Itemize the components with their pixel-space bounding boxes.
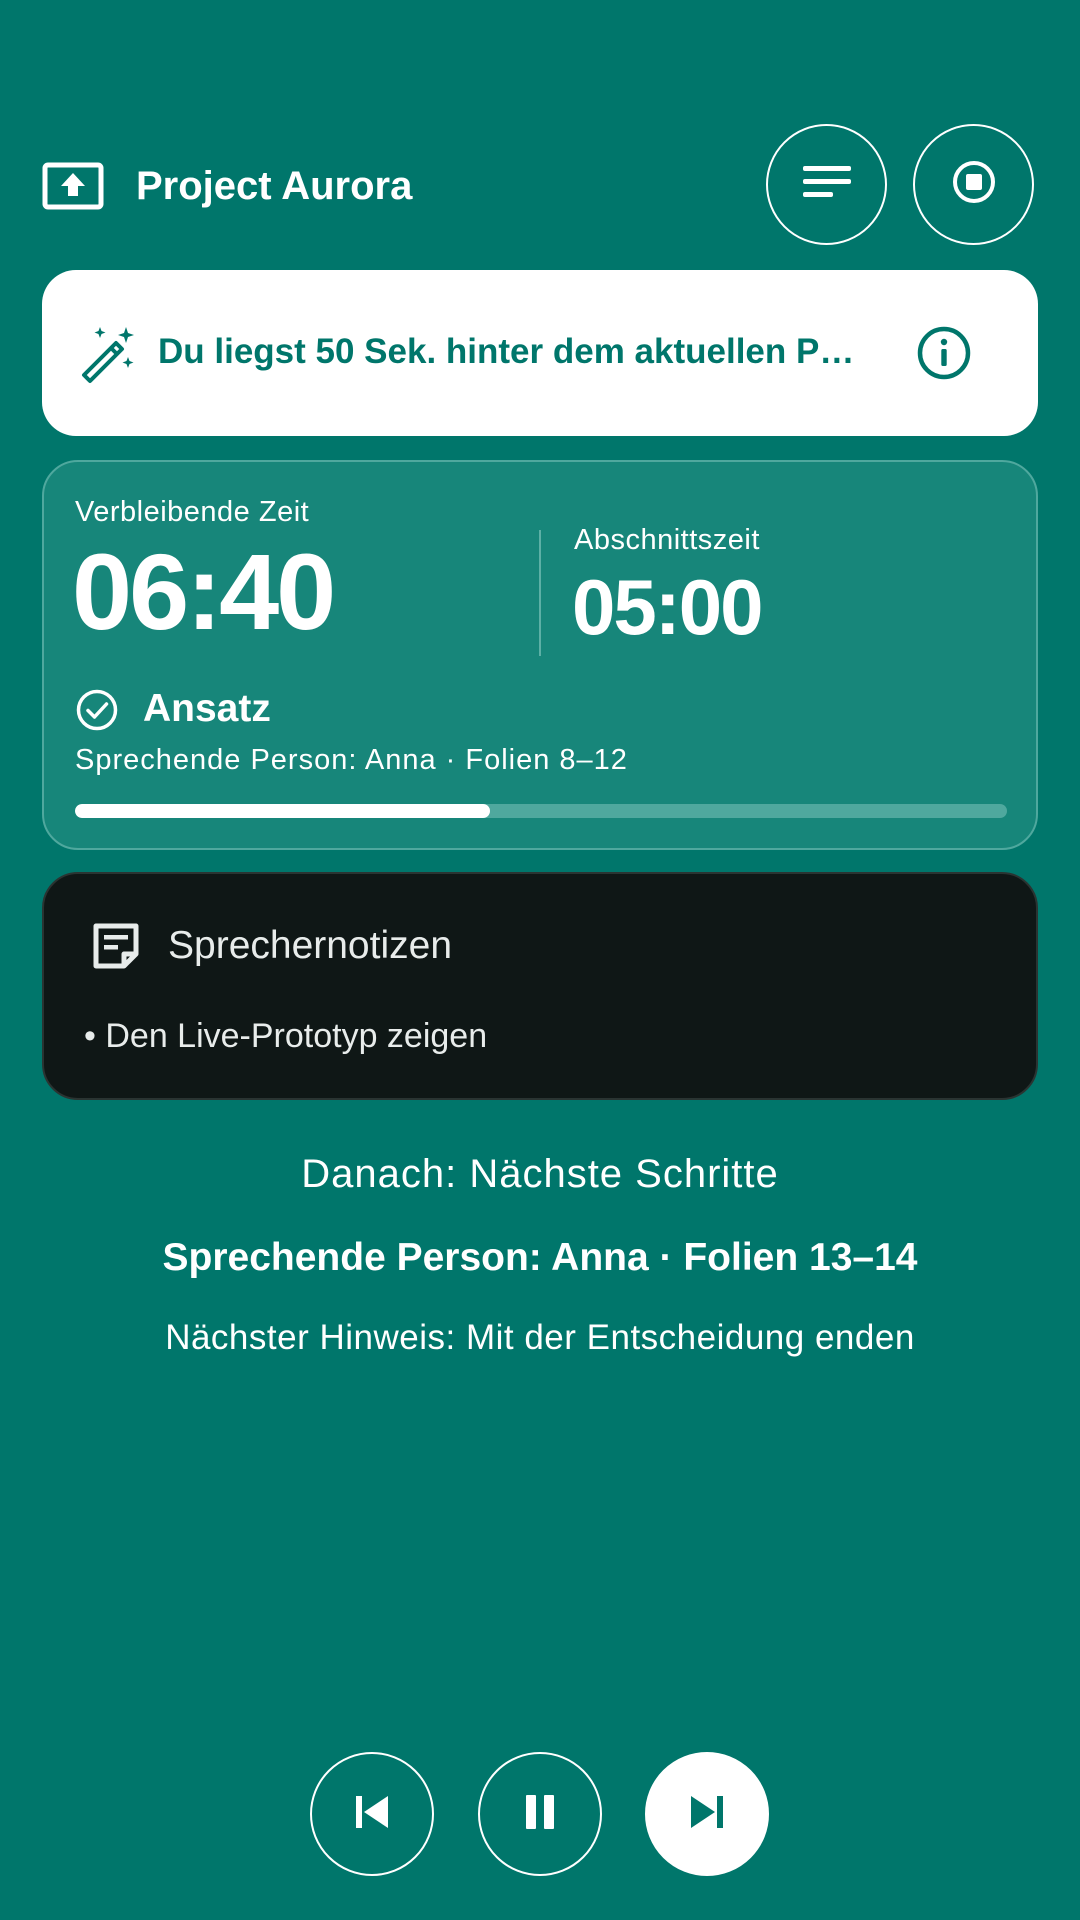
check-circle-icon bbox=[75, 688, 119, 732]
section-time-value: 05:00 bbox=[572, 563, 763, 651]
speaker-note-item: • Den Live-Prototyp zeigen bbox=[84, 1017, 488, 1055]
next-segment-hint: Nächster Hinweis: Mit der Entscheidung e… bbox=[165, 1318, 915, 1357]
stop-icon bbox=[951, 159, 997, 210]
pace-message: Du liegst 50 Sek. hinter dem aktuellen P… bbox=[158, 332, 855, 371]
previous-segment-button[interactable] bbox=[310, 1752, 434, 1876]
speaker-notes-card: Sprechernotizen • Den Live-Prototyp zeig… bbox=[42, 872, 1038, 1100]
remaining-time-value: 06:40 bbox=[72, 531, 336, 652]
pause-button[interactable] bbox=[478, 1752, 602, 1876]
top-bar: Project Aurora bbox=[0, 0, 1080, 250]
notes-icon bbox=[90, 920, 142, 972]
menu-lines-icon bbox=[801, 162, 853, 207]
page-title: Project Aurora bbox=[136, 164, 413, 208]
current-segment-name: Ansatz bbox=[143, 687, 271, 730]
stop-button[interactable] bbox=[913, 124, 1034, 245]
skip-previous-icon bbox=[352, 1792, 392, 1837]
segment-progress-fill bbox=[75, 804, 490, 818]
speaker-notes-title: Sprechernotizen bbox=[168, 924, 453, 967]
next-segment-button[interactable] bbox=[645, 1752, 769, 1876]
next-segment-title: Danach: Nächste Schritte bbox=[301, 1152, 779, 1196]
section-time-label: Abschnittszeit bbox=[574, 524, 760, 556]
magic-wand-icon bbox=[76, 323, 138, 385]
pause-icon bbox=[520, 1792, 560, 1837]
current-segment-meta: Sprechende Person: Anna · Folien 8–12 bbox=[75, 744, 628, 776]
timer-divider bbox=[539, 530, 541, 656]
menu-button[interactable] bbox=[766, 124, 887, 245]
timer-card: Verbleibende Zeit 06:40 Abschnittszeit 0… bbox=[42, 460, 1038, 850]
remaining-time-label: Verbleibende Zeit bbox=[75, 496, 310, 528]
pace-status-banner: Du liegst 50 Sek. hinter dem aktuellen P… bbox=[42, 270, 1038, 436]
skip-next-icon bbox=[687, 1792, 727, 1837]
segment-progress-bar bbox=[75, 804, 1007, 818]
next-segment-speaker: Sprechende Person: Anna · Folien 13–14 bbox=[162, 1236, 918, 1279]
presentation-upload-icon bbox=[42, 160, 104, 212]
info-icon[interactable] bbox=[914, 323, 974, 383]
